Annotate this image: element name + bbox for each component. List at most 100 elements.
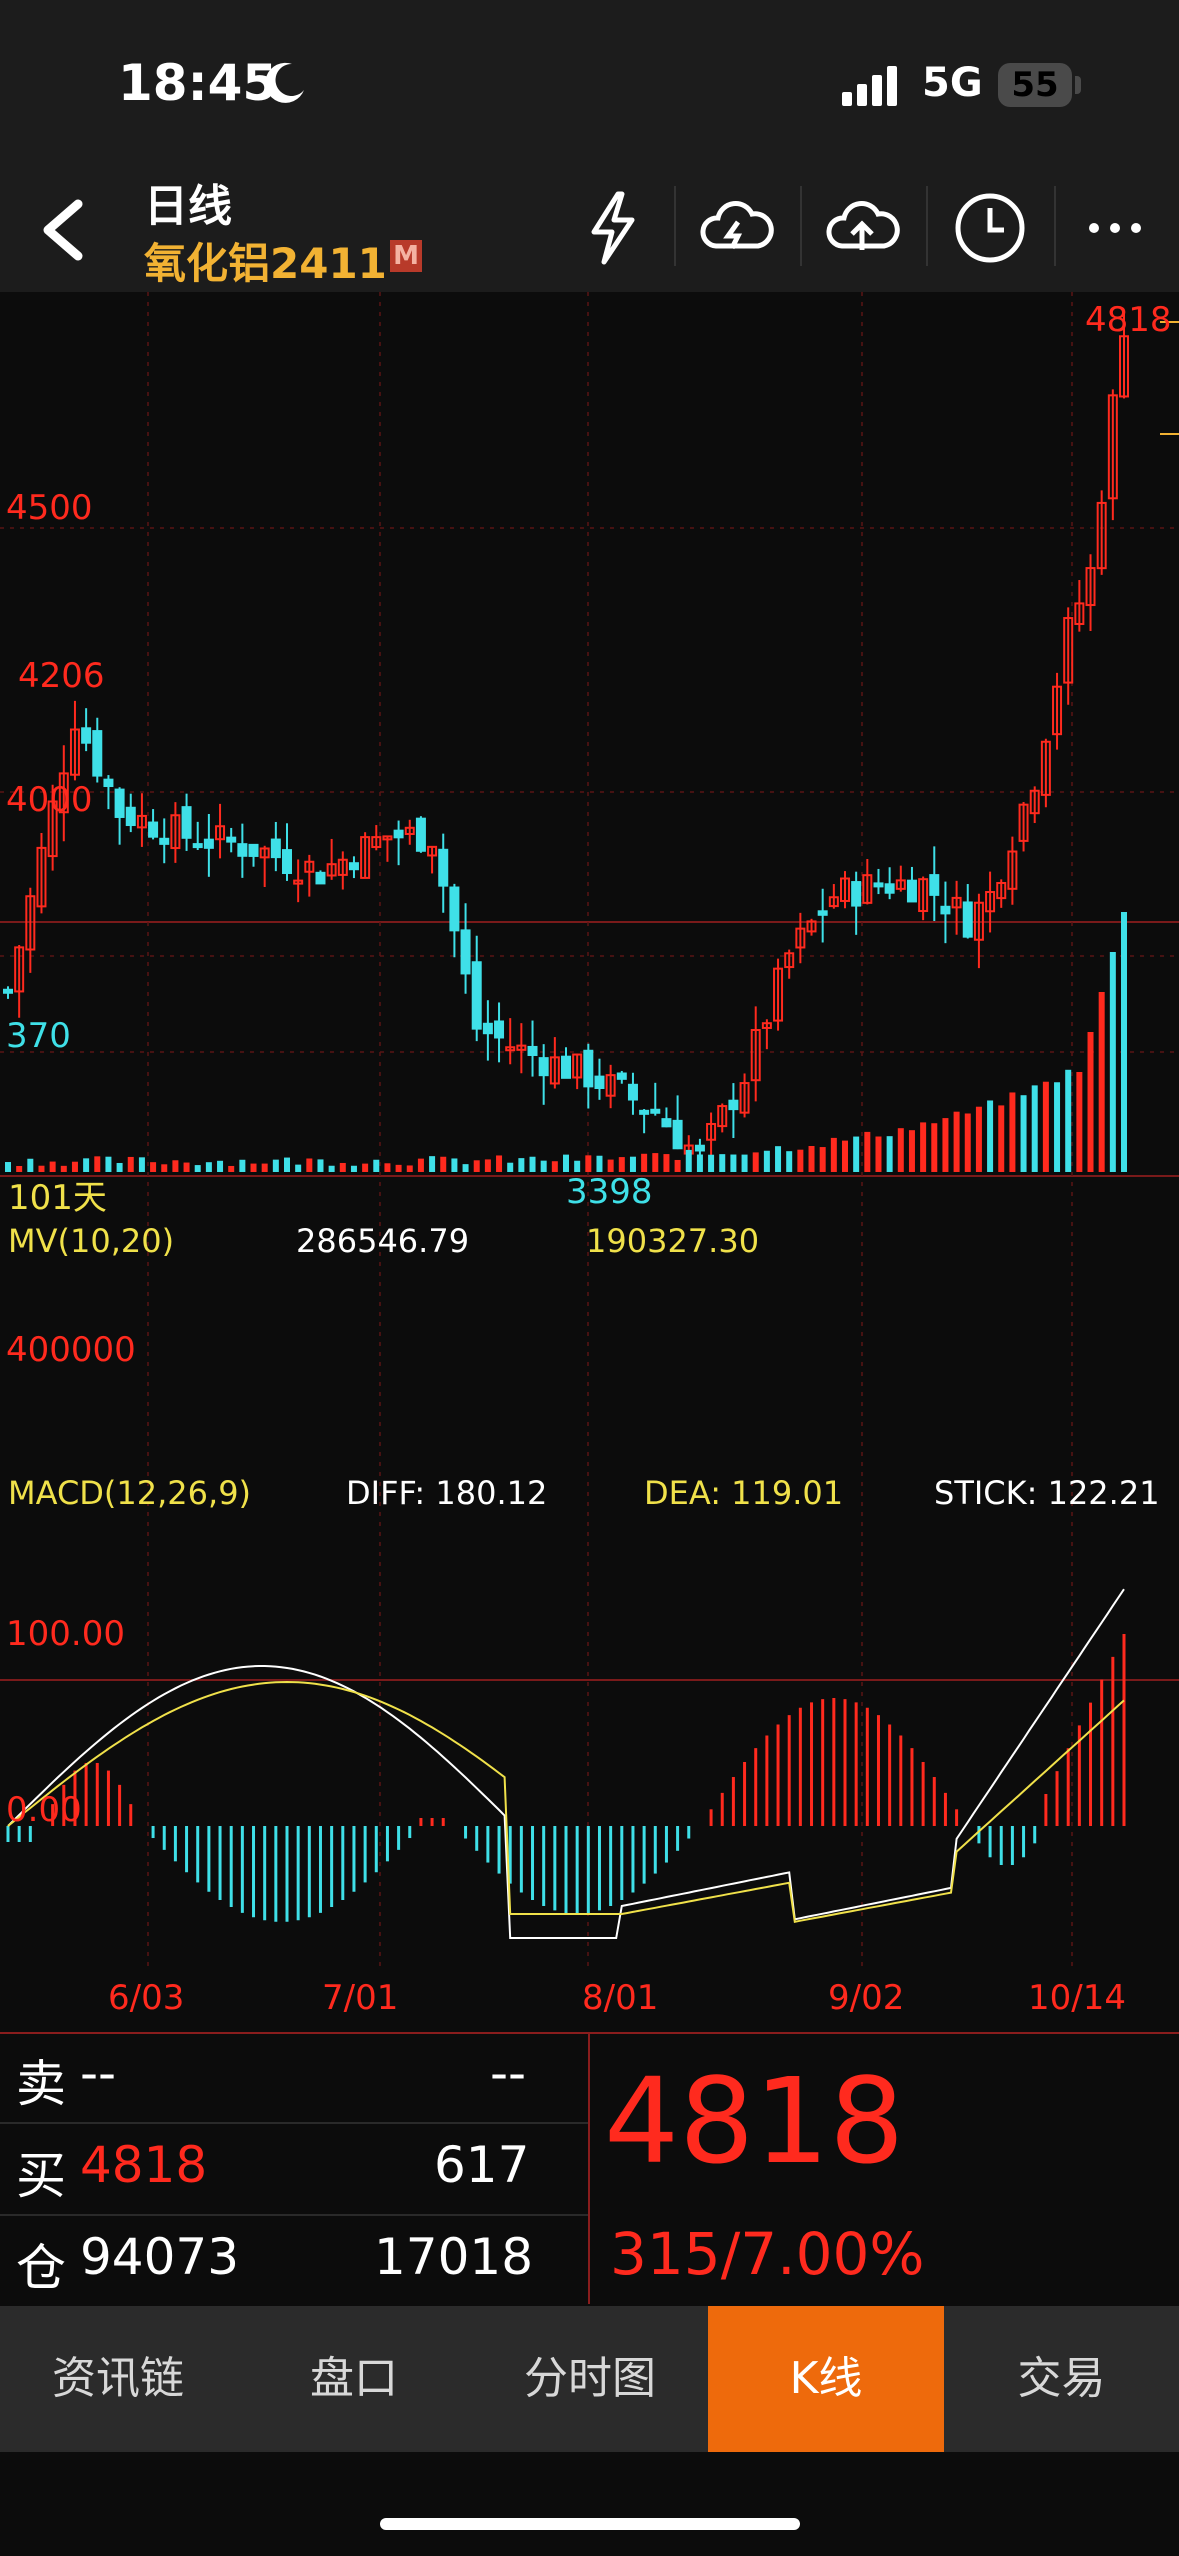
kline-chart[interactable] bbox=[0, 292, 1179, 2032]
volume-bar bbox=[138, 1157, 145, 1172]
volume-bar bbox=[1020, 1095, 1027, 1172]
volume-bar bbox=[953, 1111, 960, 1172]
volume-level-label: 400000 bbox=[6, 1330, 136, 1370]
quote-row-divider bbox=[0, 2122, 588, 2124]
volume-bar bbox=[897, 1128, 904, 1172]
candle-body bbox=[449, 886, 460, 932]
volume-bar bbox=[150, 1162, 157, 1172]
volume-bar bbox=[652, 1153, 659, 1172]
candle-body bbox=[672, 1119, 683, 1150]
volume-bar bbox=[1098, 992, 1105, 1172]
candle-body bbox=[594, 1075, 605, 1090]
candle-body bbox=[103, 778, 114, 788]
candle-body bbox=[248, 843, 259, 857]
last-price: 4818 bbox=[604, 2052, 905, 2190]
volume-bar bbox=[808, 1146, 815, 1172]
volume-bar bbox=[763, 1150, 770, 1172]
macd-level-label: 0.00 bbox=[6, 1790, 82, 1830]
more-icon[interactable] bbox=[1082, 188, 1152, 272]
header-divider bbox=[1054, 186, 1056, 266]
candle-body bbox=[538, 1057, 549, 1077]
flash-icon[interactable] bbox=[582, 188, 642, 272]
tab-trade[interactable]: 交易 bbox=[944, 2306, 1179, 2452]
volume-bar bbox=[529, 1156, 536, 1172]
volume-bar bbox=[551, 1161, 558, 1172]
volume-bar bbox=[585, 1155, 592, 1172]
candle-body bbox=[393, 829, 404, 839]
clock-icon[interactable] bbox=[950, 188, 1030, 272]
volume-bar bbox=[1121, 912, 1127, 1172]
volume-bar bbox=[663, 1154, 670, 1172]
volume-bar bbox=[384, 1163, 391, 1172]
sell-price[interactable]: -- bbox=[80, 2044, 116, 2102]
volume-bar bbox=[317, 1159, 324, 1172]
candle-body bbox=[315, 871, 326, 885]
cloud-sync-icon[interactable] bbox=[696, 188, 776, 272]
volume-bar bbox=[284, 1157, 290, 1172]
status-time: 18:45 bbox=[118, 54, 278, 112]
volume-bar bbox=[708, 1154, 715, 1172]
volume-bar bbox=[987, 1100, 994, 1172]
volume-bar bbox=[395, 1164, 402, 1172]
battery-cap bbox=[1075, 76, 1081, 94]
tab-news-chain[interactable]: 资讯链 bbox=[0, 2306, 236, 2452]
volume-bar bbox=[417, 1158, 424, 1172]
days-label: 101天 bbox=[8, 1178, 107, 1218]
tab-kline[interactable]: K线 bbox=[708, 2306, 944, 2452]
volume-bar bbox=[719, 1154, 726, 1172]
candle-body bbox=[282, 849, 292, 874]
volume-bar bbox=[786, 1151, 793, 1172]
candle-body bbox=[471, 961, 482, 1030]
candle-body bbox=[270, 838, 281, 859]
buy-label: 买 bbox=[16, 2147, 66, 2205]
macd-indicator-label[interactable]: MACD(12,26,9) bbox=[8, 1474, 251, 1512]
candle-body bbox=[873, 882, 884, 888]
tab-intraday[interactable]: 分时图 bbox=[472, 2306, 708, 2452]
candle-body bbox=[906, 879, 917, 903]
page-title: 日线 bbox=[144, 181, 232, 232]
tab-order-book[interactable]: 盘口 bbox=[236, 2306, 472, 2452]
volume-bar bbox=[1042, 1081, 1049, 1172]
candle-body bbox=[125, 806, 136, 827]
quote-row-divider bbox=[0, 2214, 588, 2216]
volume-bar bbox=[942, 1118, 949, 1172]
candle-body bbox=[851, 881, 862, 907]
volume-bar bbox=[775, 1146, 782, 1172]
candle-body bbox=[661, 1118, 672, 1128]
volume-bar bbox=[607, 1159, 614, 1172]
candle-body bbox=[438, 848, 449, 887]
cloud-upload-icon[interactable] bbox=[822, 188, 902, 272]
volume-bar bbox=[228, 1165, 235, 1172]
volume-bar bbox=[440, 1156, 447, 1172]
price-level-label: 4500 bbox=[6, 488, 93, 528]
volume-bar bbox=[261, 1163, 268, 1172]
volume-bar bbox=[473, 1160, 480, 1172]
candle-body bbox=[237, 843, 248, 857]
volume-bar bbox=[730, 1154, 737, 1172]
date-label: 9/02 bbox=[828, 1978, 905, 2018]
instrument-name[interactable]: 氧化铝2411 bbox=[144, 230, 387, 291]
volume-bar bbox=[295, 1164, 302, 1172]
volume-bar bbox=[674, 1159, 681, 1172]
buy-price[interactable]: 4818 bbox=[80, 2136, 207, 2194]
volume-bar bbox=[1087, 1032, 1094, 1172]
volume-indicator-label[interactable]: MV(10,20) bbox=[8, 1222, 174, 1260]
volume-bar bbox=[406, 1165, 413, 1172]
home-indicator[interactable] bbox=[380, 2518, 800, 2530]
volume-bar bbox=[1054, 1082, 1061, 1172]
buy-qty: 617 bbox=[434, 2136, 530, 2194]
volume-bar bbox=[998, 1105, 1005, 1172]
back-icon[interactable] bbox=[30, 190, 90, 274]
volume-bar bbox=[518, 1158, 525, 1172]
volume-bar bbox=[172, 1160, 179, 1172]
volume-bar bbox=[1031, 1085, 1038, 1172]
open-interest-value: 94073 bbox=[80, 2228, 240, 2286]
sell-qty: -- bbox=[490, 2044, 527, 2102]
candle-body bbox=[616, 1072, 627, 1080]
kline-chart-svg[interactable] bbox=[0, 292, 1179, 2032]
candle-body bbox=[415, 817, 426, 852]
candle-body bbox=[81, 727, 92, 744]
candle-body bbox=[494, 1020, 505, 1039]
volume-bar bbox=[339, 1162, 346, 1172]
volume-bar bbox=[886, 1136, 893, 1172]
